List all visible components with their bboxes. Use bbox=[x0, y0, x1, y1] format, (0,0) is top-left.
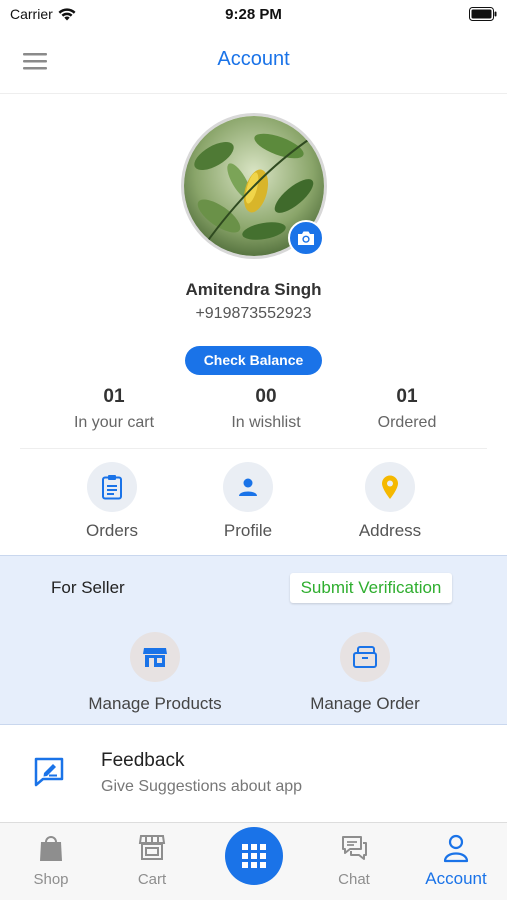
orders-link[interactable]: Orders bbox=[52, 462, 172, 541]
check-balance-button[interactable]: Check Balance bbox=[185, 346, 322, 375]
manage-products-button[interactable]: Manage Products bbox=[65, 632, 245, 714]
stat-label: In your cart bbox=[73, 414, 155, 431]
tab-label: Shop bbox=[33, 871, 69, 888]
tab-chat[interactable]: Chat bbox=[304, 833, 404, 888]
quick-icon-wrap bbox=[223, 462, 273, 512]
feedback-title: Feedback bbox=[101, 750, 185, 771]
seller-section: For Seller Submit Verification Manage Pr… bbox=[0, 555, 507, 725]
avatar-container bbox=[181, 113, 327, 259]
manage-order-label: Manage Order bbox=[310, 694, 420, 713]
stat-ordered[interactable]: 01 Ordered bbox=[332, 386, 482, 432]
status-bar: Carrier 9:28 PM bbox=[0, 0, 507, 28]
tab-account[interactable]: Account bbox=[406, 833, 506, 889]
submit-verification-button[interactable]: Submit Verification bbox=[290, 573, 452, 603]
nav-bar: Account bbox=[0, 28, 507, 94]
quick-icon-wrap bbox=[365, 462, 415, 512]
profile-label: Profile bbox=[223, 521, 273, 540]
chat-icon bbox=[342, 836, 367, 860]
seller-icon-wrap bbox=[130, 632, 180, 682]
shopping-bag-icon bbox=[40, 836, 62, 861]
tab-label: Account bbox=[425, 869, 487, 888]
cart-store-icon bbox=[138, 835, 166, 860]
user-name: Amitendra Singh bbox=[185, 280, 322, 299]
feedback-row[interactable]: Feedback Give Suggestions about app bbox=[0, 726, 507, 822]
grid-icon bbox=[242, 844, 266, 868]
stat-label: Ordered bbox=[377, 414, 437, 431]
orders-label: Orders bbox=[86, 521, 138, 540]
manage-products-label: Manage Products bbox=[88, 694, 222, 713]
battery-icon bbox=[469, 7, 497, 21]
feedback-icon bbox=[34, 757, 64, 787]
tab-shop[interactable]: Shop bbox=[1, 833, 101, 888]
person-icon bbox=[239, 478, 257, 496]
divider bbox=[20, 448, 487, 449]
tab-grid-button[interactable] bbox=[225, 827, 283, 885]
tab-label: Cart bbox=[137, 871, 167, 888]
stat-value: 00 bbox=[255, 386, 277, 407]
page-title: Account bbox=[217, 48, 290, 70]
seller-icon-wrap bbox=[340, 632, 390, 682]
feedback-subtitle: Give Suggestions about app bbox=[101, 778, 303, 795]
tab-cart[interactable]: Cart bbox=[102, 833, 202, 888]
quick-icon-wrap bbox=[87, 462, 137, 512]
store-icon bbox=[143, 648, 167, 667]
stat-cart[interactable]: 01 In your cart bbox=[39, 386, 189, 432]
stat-label: In wishlist bbox=[231, 414, 301, 431]
camera-icon bbox=[298, 231, 314, 245]
clock: 9:28 PM bbox=[225, 6, 282, 23]
address-link[interactable]: Address bbox=[330, 462, 450, 541]
stat-wishlist[interactable]: 00 In wishlist bbox=[191, 386, 341, 432]
clipboard-icon bbox=[102, 475, 122, 500]
address-label: Address bbox=[358, 521, 422, 540]
briefcase-icon bbox=[353, 646, 377, 668]
seller-title: For Seller bbox=[51, 578, 125, 597]
location-pin-icon bbox=[382, 475, 398, 499]
stat-value: 01 bbox=[103, 386, 125, 407]
manage-order-button[interactable]: Manage Order bbox=[275, 632, 455, 714]
tab-label: Chat bbox=[338, 871, 370, 888]
tab-bar: Shop Cart Chat Account bbox=[0, 822, 507, 900]
user-phone: +919873552923 bbox=[195, 305, 312, 322]
change-photo-button[interactable] bbox=[288, 220, 324, 256]
stat-value: 01 bbox=[396, 386, 418, 407]
user-icon bbox=[443, 834, 469, 863]
profile-link[interactable]: Profile bbox=[188, 462, 308, 541]
